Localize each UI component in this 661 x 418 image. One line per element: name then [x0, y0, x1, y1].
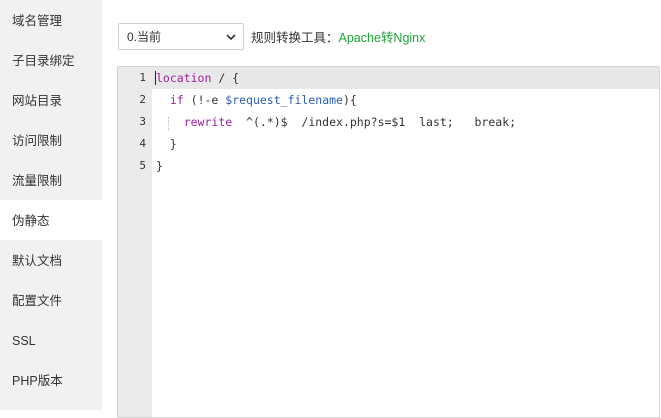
code-line: 2 if (!-e $request_filename){	[118, 89, 659, 111]
sidebar-item-default-document[interactable]: 默认文档	[0, 240, 102, 280]
sidebar-item-rewrite[interactable]: 伪静态	[0, 200, 102, 240]
code-keyword: if	[169, 93, 184, 107]
sidebar-item-config-file[interactable]: 配置文件	[0, 280, 102, 320]
sidebar-item-site-directory[interactable]: 网站目录	[0, 80, 102, 120]
code-line: 1 location / {	[118, 67, 659, 89]
rewrite-toolbar: 0.当前 规则转换工具： Apache转Nginx	[118, 22, 425, 50]
sidebar: 域名管理 子目录绑定 网站目录 访问限制 流量限制 伪静态 默认文档 配置文件 …	[0, 0, 102, 410]
line-number: 3	[139, 115, 146, 128]
code-token: / {	[211, 71, 240, 85]
code-variable: $request_filename	[225, 93, 343, 107]
sidebar-item-traffic-limit[interactable]: 流量限制	[0, 160, 102, 200]
code-token: }	[156, 159, 163, 173]
converter-label: 规则转换工具：	[251, 30, 339, 45]
code-text: }	[156, 155, 163, 177]
rewrite-code-editor[interactable]: 1 location / {2 if (!-e $request_filename…	[117, 66, 660, 418]
code-token: (!-e	[183, 93, 226, 107]
code-keyword: rewrite	[183, 115, 233, 129]
code-text: if (!-e $request_filename){	[156, 89, 357, 111]
code-token: ^(.*)$ /index.php?s=$1 last; break;	[232, 115, 517, 129]
text-cursor	[155, 71, 156, 85]
code-keyword: location	[156, 71, 212, 85]
sidebar-item-subdirectory-binding[interactable]: 子目录绑定	[0, 40, 102, 80]
sidebar-item-ssl[interactable]: SSL	[0, 320, 102, 360]
line-number: 2	[139, 93, 146, 106]
chevron-down-icon	[226, 33, 236, 40]
apache-to-nginx-link[interactable]: Apache转Nginx	[339, 27, 426, 46]
line-number: 5	[139, 159, 146, 172]
code-line: 3 rewrite ^(.*)$ /index.php?s=$1 last; b…	[118, 111, 659, 133]
code-text: rewrite ^(.*)$ /index.php?s=$1 last; bre…	[156, 111, 516, 133]
sidebar-item-access-restriction[interactable]: 访问限制	[0, 120, 102, 160]
code-token: }	[156, 137, 177, 151]
line-number: 4	[139, 137, 146, 150]
sidebar-item-php-version[interactable]: PHP版本	[0, 360, 102, 400]
line-number: 1	[139, 71, 146, 84]
rewrite-template-select[interactable]: 0.当前	[118, 22, 244, 50]
sidebar-item-domain-management[interactable]: 域名管理	[0, 0, 102, 40]
rewrite-template-select-value: 0.当前	[127, 29, 162, 44]
code-text: }	[156, 133, 177, 155]
code-line: 5}	[118, 155, 659, 177]
code-token: ){	[342, 93, 357, 107]
code-line: 4 }	[118, 133, 659, 155]
code-text: location / {	[156, 67, 239, 89]
